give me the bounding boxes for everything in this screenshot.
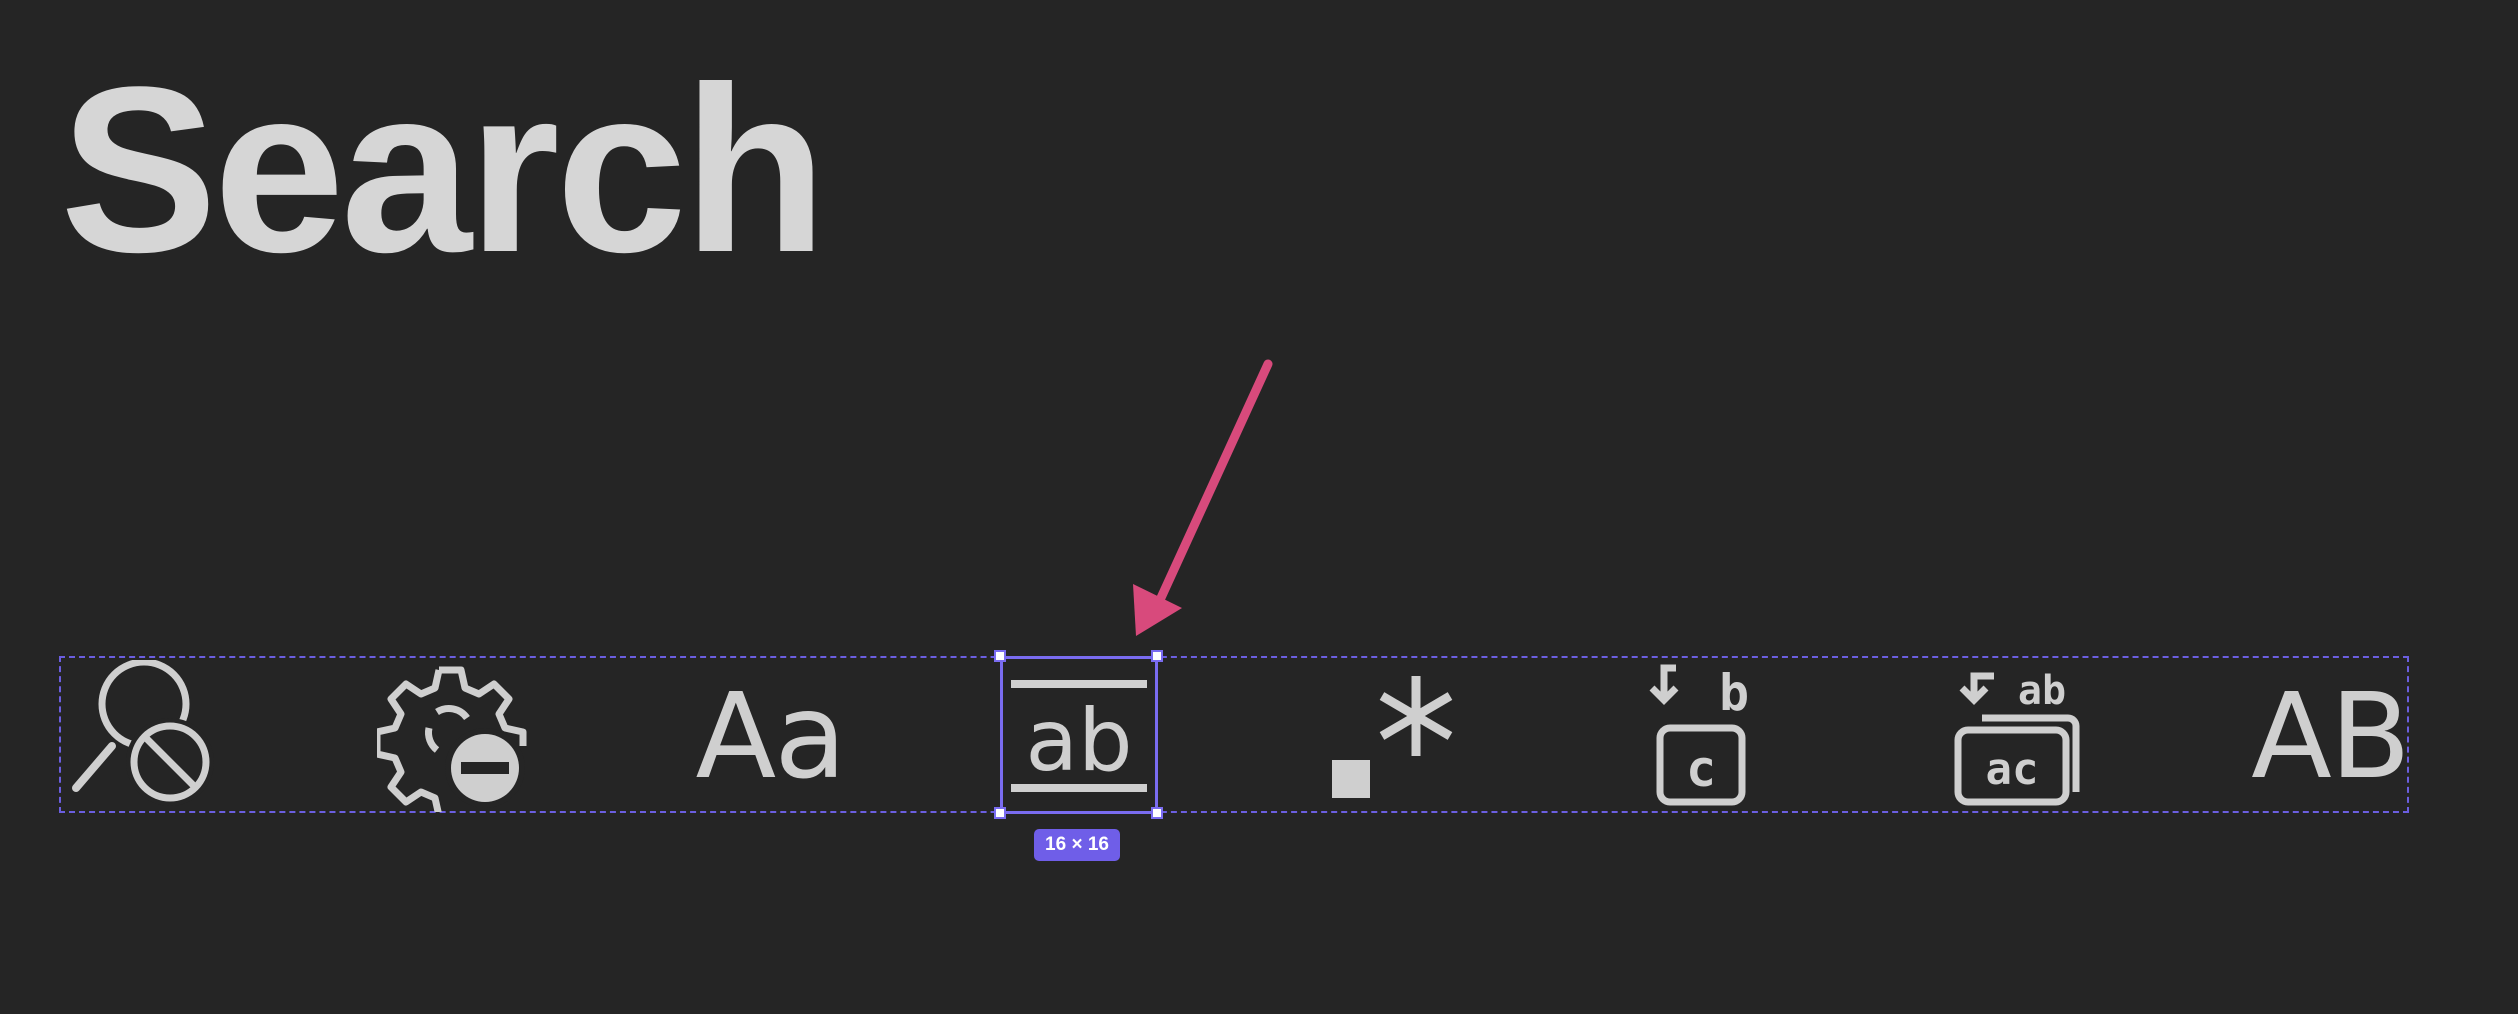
settings-gear-remove-icon[interactable]	[377, 660, 529, 812]
replace-box-glyph: c	[1686, 740, 1716, 798]
canvas: Search Aa ab b c ab ac AB 16 × 16	[0, 0, 2518, 1014]
regex-icon[interactable]	[1316, 660, 1468, 812]
selection-box	[1000, 656, 1158, 814]
resize-handle-bottom-left[interactable]	[994, 807, 1006, 819]
resize-handle-top-left[interactable]	[994, 650, 1006, 662]
resize-handle-top-right[interactable]	[1151, 650, 1163, 662]
replace-all-box-glyph: ac	[1986, 744, 2039, 795]
replace-all-icon[interactable]: ab ac	[1942, 660, 2094, 812]
replace-top-glyph: b	[1719, 664, 1749, 722]
preserve-case-icon[interactable]: AB	[2250, 660, 2411, 812]
replace-all-top-glyph: ab	[2018, 668, 2066, 714]
size-badge: 16 × 16	[1034, 829, 1120, 861]
resize-handle-bottom-right[interactable]	[1151, 807, 1163, 819]
replace-icon[interactable]: b c	[1626, 660, 1778, 812]
match-case-icon[interactable]: Aa	[690, 660, 850, 812]
page-title: Search	[60, 38, 827, 302]
search-stop-icon[interactable]	[68, 660, 220, 812]
